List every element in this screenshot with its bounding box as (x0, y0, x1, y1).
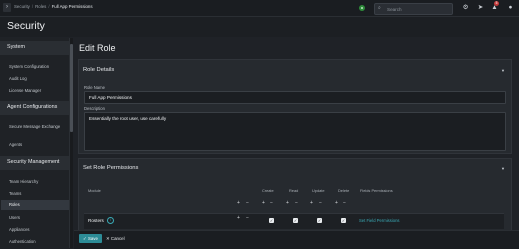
update-checkbox[interactable]: ✓ (317, 218, 322, 223)
plus-icon[interactable]: + (237, 215, 240, 221)
plus-icon[interactable]: + (310, 200, 313, 206)
sidebar-section-security-management[interactable]: Security Management (0, 156, 69, 170)
sidebar-scrollbar-thumb[interactable] (70, 44, 73, 132)
user-icon[interactable]: ● (506, 3, 515, 13)
create-checkbox[interactable]: ✓ (269, 218, 274, 223)
send-icon[interactable]: ➤ (476, 3, 485, 13)
module-name: Rosters (88, 218, 104, 223)
sidebar-item-team-hierarchy[interactable]: Team Hierarchy (9, 179, 38, 184)
set-field-permissions-link[interactable]: Set Field Permissions (359, 218, 400, 223)
search-icon: ⌕ (378, 5, 381, 11)
plus-icon[interactable]: + (286, 200, 289, 206)
breadcrumb-current: Full App Permissions (51, 4, 93, 9)
breadcrumb-security[interactable]: Security (14, 4, 30, 9)
page-header (0, 17, 519, 37)
sidebar-section-agent-configurations[interactable]: Agent Configurations (0, 101, 69, 115)
save-button[interactable]: ✓ Save (79, 234, 102, 243)
sidebar-item-license-manager[interactable]: License Manager (9, 88, 41, 93)
sidebar-item-teams[interactable]: Teams (9, 191, 21, 196)
column-delete: Delete (338, 188, 350, 193)
cancel-button[interactable]: ✕ Cancel (106, 234, 130, 243)
info-icon[interactable]: i (107, 217, 114, 224)
minus-icon[interactable]: − (246, 215, 249, 221)
read-checkbox[interactable]: ✓ (293, 218, 298, 223)
minus-icon[interactable]: − (295, 200, 298, 206)
sidebar-item-secure-message-exchange[interactable]: Secure Message Exchange (9, 124, 61, 130)
column-update: Update (312, 188, 325, 193)
sidebar-item-appliances[interactable]: Appliances (9, 227, 30, 232)
breadcrumb: Security / Roles / Full App Permissions (14, 4, 93, 9)
sidebar-item-users[interactable]: Users (9, 215, 20, 220)
plus-icon[interactable]: + (262, 200, 265, 206)
role-name-field[interactable]: Full App Permissions (84, 91, 506, 104)
minus-icon[interactable]: − (270, 200, 273, 206)
top-bar: › Security / Roles / Full App Permissions ⌕ … (0, 0, 519, 17)
sidebar-item-roles[interactable]: Roles (1, 200, 69, 210)
role-name-label: Role Name (84, 85, 105, 90)
breadcrumb-roles[interactable]: Roles (35, 4, 46, 9)
sidebar-section-system[interactable]: System (0, 41, 69, 55)
role-permissions-heading[interactable]: Set Role Permissions (83, 165, 138, 171)
role-details-heading[interactable]: Role Details (83, 67, 114, 73)
status-indicator-icon[interactable] (359, 5, 365, 11)
sidebar-item-agents[interactable]: Agents (9, 142, 22, 147)
search-input[interactable] (387, 5, 447, 13)
minus-icon[interactable]: − (319, 200, 322, 206)
plus-icon[interactable]: + (237, 200, 240, 206)
gear-icon[interactable]: ⚙ (461, 3, 470, 13)
sidebar-item-system-configuration[interactable]: System Configuration (9, 64, 49, 69)
minus-icon[interactable]: − (343, 200, 346, 206)
column-fields-permissions: Fields Permissions (360, 188, 393, 193)
description-label: Description (84, 106, 105, 111)
delete-checkbox[interactable]: ✓ (341, 218, 346, 223)
collapse-role-details-icon[interactable]: ▼ (501, 68, 505, 73)
search-box[interactable]: ⌕ (374, 3, 453, 15)
notification-count-badge: 5 (494, 1, 499, 6)
form-actions-bar (74, 230, 519, 249)
column-create: Create (262, 188, 274, 193)
edit-role-title: Edit Role (79, 43, 116, 53)
expand-sidebar-icon[interactable]: › (3, 3, 11, 12)
column-module: Module (88, 188, 101, 193)
minus-icon[interactable]: − (246, 200, 249, 206)
column-read: Read (289, 188, 299, 193)
sidebar: System System Configuration Audit Log Li… (0, 38, 70, 248)
sidebar-item-audit-log[interactable]: Audit Log (9, 76, 27, 81)
description-field[interactable]: Essentially the root user, use carefully (84, 112, 506, 151)
plus-icon[interactable]: + (335, 200, 338, 206)
sidebar-item-authentication[interactable]: Authentication (9, 239, 36, 244)
page-title: Security (7, 20, 45, 32)
collapse-role-permissions-icon[interactable]: ▼ (501, 166, 505, 171)
